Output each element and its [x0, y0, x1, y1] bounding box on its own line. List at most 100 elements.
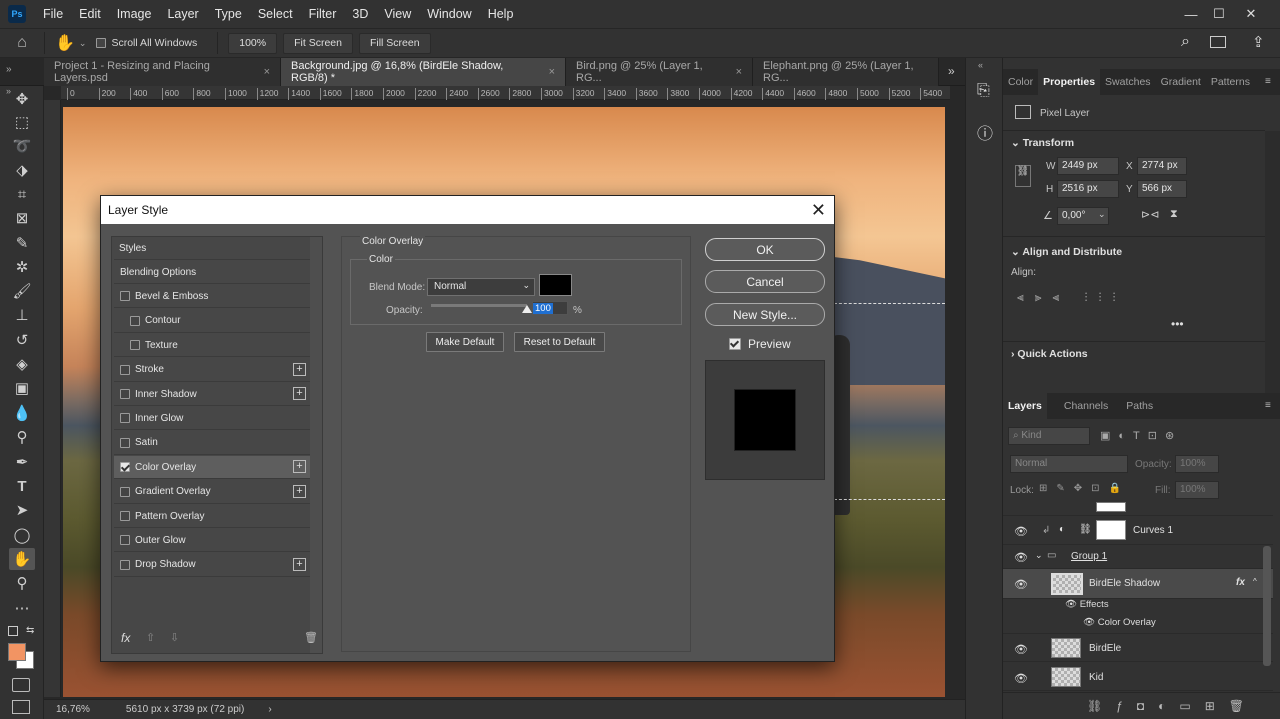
- close-tab-icon[interactable]: ×: [736, 66, 742, 78]
- new-style-button[interactable]: New Style...: [705, 303, 825, 326]
- style-item-drop-shadow[interactable]: Drop Shadow +: [114, 554, 310, 577]
- layer-row-partial[interactable]: [1003, 502, 1273, 516]
- zoom-100-button[interactable]: 100%: [228, 32, 278, 54]
- layers-footer-icons[interactable]: ⛓ƒ◘◐▭⊞🗑: [1003, 692, 1280, 719]
- tab-gradient[interactable]: Gradient: [1156, 69, 1206, 95]
- frame-tool-icon[interactable]: ⊠: [9, 207, 35, 229]
- style-item-pattern-overlay[interactable]: Pattern Overlay: [114, 505, 310, 528]
- styles-scrollbar[interactable]: [310, 237, 322, 653]
- pen-tool-icon[interactable]: ✒: [9, 451, 35, 473]
- layers-menu-icon[interactable]: ≡: [1265, 400, 1271, 411]
- panel-menu-icon[interactable]: ≡: [1265, 76, 1271, 87]
- healing-brush-tool-icon[interactable]: ✲: [9, 256, 35, 278]
- x-field[interactable]: 2774 px: [1137, 157, 1187, 175]
- collapse-panels-icon[interactable]: »: [6, 64, 12, 75]
- menu-select[interactable]: Select: [250, 7, 301, 21]
- tab-swatches[interactable]: Swatches: [1100, 69, 1156, 95]
- blur-tool-icon[interactable]: 💧: [9, 402, 35, 424]
- tab-patterns[interactable]: Patterns: [1206, 69, 1255, 95]
- checkbox-icon[interactable]: [130, 340, 140, 351]
- style-item-texture[interactable]: Texture: [114, 334, 310, 358]
- zoom-level[interactable]: 16,76%: [56, 704, 90, 715]
- zoom-tool-icon[interactable]: ⚲: [9, 572, 35, 594]
- stamp-tool-icon[interactable]: ⊥: [9, 304, 35, 326]
- type-tool-icon[interactable]: T: [9, 475, 35, 497]
- overlay-color-swatch[interactable]: [539, 274, 572, 296]
- gradient-tool-icon[interactable]: ▣: [9, 377, 35, 399]
- tab-layers[interactable]: Layers: [1003, 393, 1047, 419]
- fill-screen-button[interactable]: Fill Screen: [358, 32, 431, 54]
- ellipse-tool-icon[interactable]: ◯: [9, 524, 35, 546]
- layer-opacity-field[interactable]: 100%: [1175, 455, 1219, 473]
- layer-row-birdele[interactable]: 👁 BirdEle: [1003, 634, 1273, 662]
- styles-header[interactable]: Styles: [114, 237, 310, 260]
- tab-color[interactable]: Color: [1003, 69, 1038, 95]
- preview-checkbox[interactable]: Preview: [729, 337, 791, 351]
- close-window-icon[interactable]: ✕: [1237, 0, 1265, 28]
- menu-image[interactable]: Image: [109, 7, 160, 21]
- style-item-stroke[interactable]: Stroke +: [114, 359, 310, 382]
- maximize-icon[interactable]: ☐: [1205, 0, 1233, 28]
- angle-dropdown-icon[interactable]: ⌄: [1098, 209, 1106, 220]
- cancel-button[interactable]: Cancel: [705, 270, 825, 293]
- lock-icons[interactable]: ⊞✎✥⊡🔒: [1039, 483, 1130, 494]
- style-item-bevel-emboss[interactable]: Bevel & Emboss: [114, 285, 310, 309]
- reset-to-default-button[interactable]: Reset to Default: [514, 332, 605, 352]
- flip-horizontal-icon[interactable]: ⊳⊲: [1141, 208, 1159, 221]
- menu-type[interactable]: Type: [207, 7, 250, 21]
- path-selection-tool-icon[interactable]: ➤: [9, 499, 35, 521]
- tab-background[interactable]: Background.jpg @ 16,8% (BirdEle Shadow, …: [281, 58, 566, 86]
- layers-scrollbar[interactable]: [1263, 546, 1271, 666]
- checkbox-icon[interactable]: [120, 389, 130, 399]
- dodge-tool-icon[interactable]: ⚲: [9, 426, 35, 448]
- effects-row[interactable]: 👁 Effects: [1065, 599, 1109, 610]
- info-panel-icon[interactable]: ⓘ: [977, 120, 993, 144]
- properties-scrollbar[interactable]: [1265, 131, 1280, 393]
- swap-colors-icon[interactable]: ⇆: [26, 625, 34, 636]
- lasso-tool-icon[interactable]: ➰: [9, 135, 35, 157]
- object-selection-tool-icon[interactable]: ⬗: [9, 159, 35, 181]
- fx-icon[interactable]: fx: [1236, 577, 1245, 588]
- default-colors-icon[interactable]: [8, 626, 18, 636]
- add-effect-icon[interactable]: +: [293, 460, 306, 474]
- dialog-close-icon[interactable]: ✕: [811, 200, 826, 221]
- opacity-slider-track[interactable]: [431, 304, 527, 307]
- flip-vertical-icon[interactable]: ⧗: [1170, 208, 1178, 221]
- opacity-field[interactable]: 100: [532, 301, 568, 315]
- checkbox-icon[interactable]: [120, 511, 130, 521]
- height-field[interactable]: 2516 px: [1057, 180, 1119, 198]
- blend-mode-select[interactable]: Normal ⌄: [427, 278, 535, 296]
- menu-file[interactable]: File: [35, 7, 71, 21]
- crop-tool-icon[interactable]: ⌗: [9, 183, 35, 205]
- hand-tool-icon[interactable]: ✋: [9, 548, 35, 570]
- checkbox-icon[interactable]: [130, 315, 140, 326]
- menu-view[interactable]: View: [376, 7, 419, 21]
- delete-effect-icon[interactable]: 🗑: [304, 631, 318, 644]
- workspace-icon[interactable]: [1210, 36, 1226, 48]
- menu-filter[interactable]: Filter: [301, 7, 345, 21]
- close-tab-icon[interactable]: ×: [264, 66, 270, 78]
- style-item-color-overlay[interactable]: Color Overlay +: [114, 456, 310, 480]
- search-icon[interactable]: ⌕: [1181, 33, 1190, 51]
- checkbox-icon[interactable]: [729, 338, 741, 350]
- color-overlay-effect-row[interactable]: 👁 Color Overlay: [1083, 617, 1156, 628]
- add-effect-icon[interactable]: +: [293, 362, 306, 376]
- style-item-contour[interactable]: Contour: [114, 310, 310, 333]
- tab-elephant[interactable]: Elephant.png @ 25% (Layer 1, RG...: [753, 58, 939, 86]
- chevron-down-icon[interactable]: ⌄: [79, 38, 87, 49]
- layer-row-group[interactable]: 👁 ⌄ ▭ Group 1: [1003, 545, 1273, 569]
- filter-icons[interactable]: ▣◐T⊡⊛: [1100, 429, 1182, 442]
- history-panel-icon[interactable]: ⎘: [977, 82, 990, 100]
- eyedropper-tool-icon[interactable]: ✎: [9, 232, 35, 254]
- tab-properties[interactable]: Properties: [1038, 69, 1101, 95]
- fill-field[interactable]: 100%: [1175, 481, 1219, 499]
- transform-title[interactable]: ⌄ Transform: [1011, 137, 1074, 149]
- kind-filter[interactable]: ⌕ Kind: [1008, 427, 1090, 445]
- y-field[interactable]: 566 px: [1137, 180, 1187, 198]
- visibility-eye-icon[interactable]: 👁: [1014, 643, 1028, 656]
- add-effect-icon[interactable]: +: [293, 557, 306, 571]
- menu-edit[interactable]: Edit: [71, 7, 109, 21]
- layer-row-curves[interactable]: 👁 ↲ ◐ ⛓ Curves 1: [1003, 517, 1273, 545]
- visibility-eye-icon[interactable]: 👁: [1014, 672, 1028, 685]
- share-icon[interactable]: ⇪: [1252, 33, 1265, 51]
